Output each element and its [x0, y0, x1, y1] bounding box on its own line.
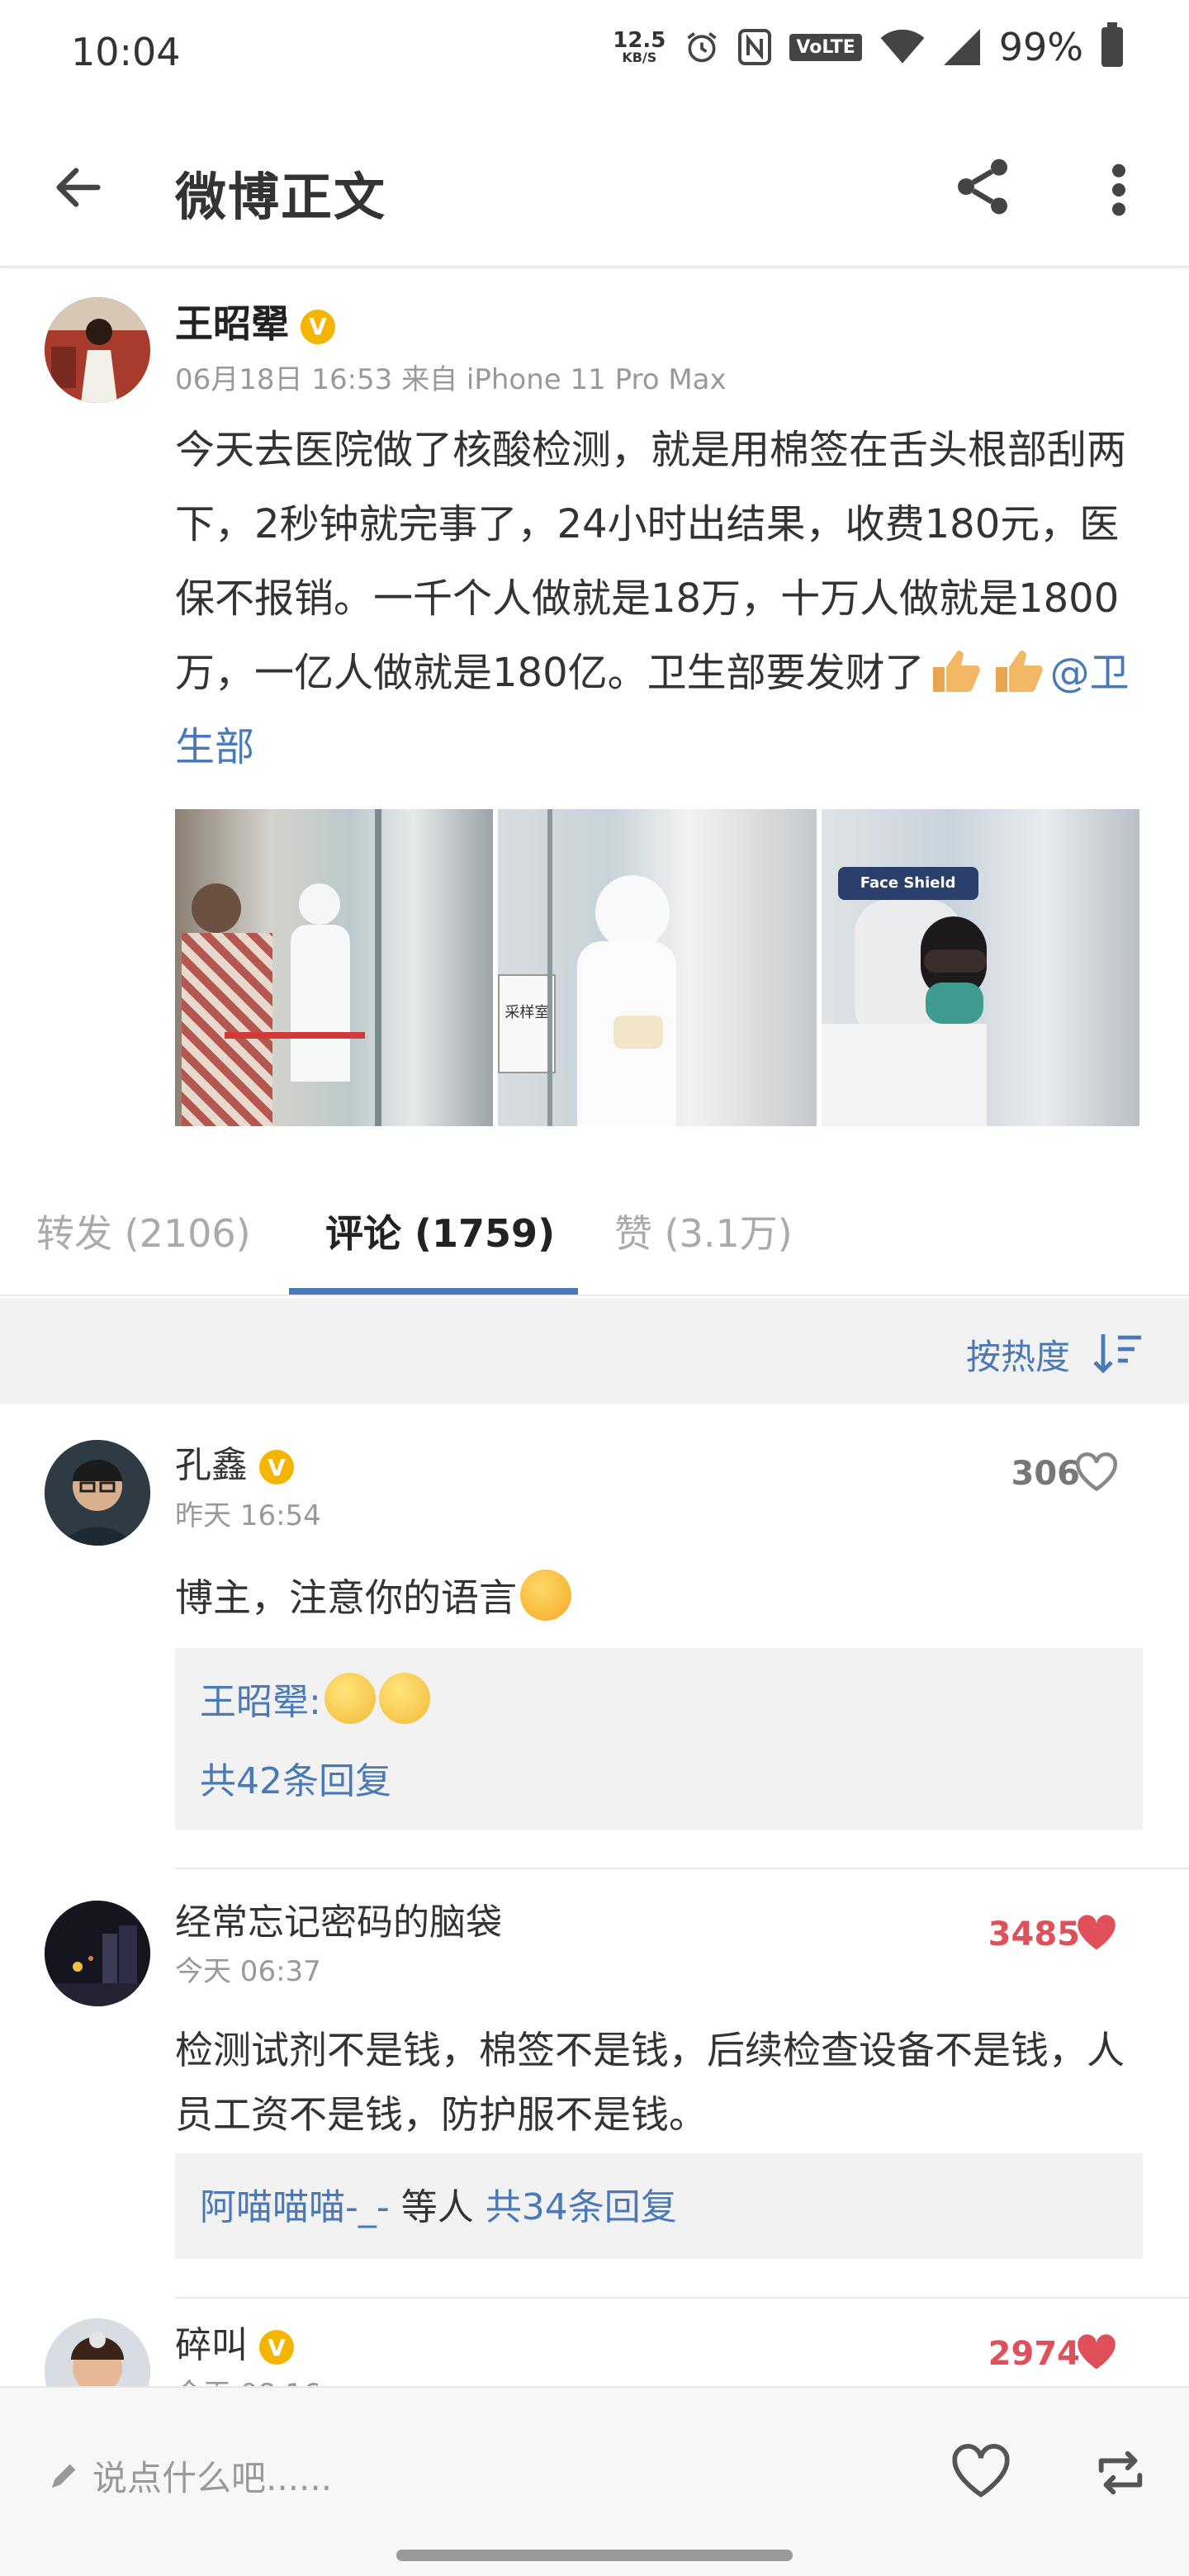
comment-divider	[175, 1868, 1189, 1869]
post-tabs: 转发 (2106) 评论 (1759) 赞 (3.1万)	[0, 1156, 1189, 1296]
reply-summary: 阿喵喵喵-_- 等人 共34条回复	[200, 2168, 1118, 2247]
commenter-name[interactable]: 孔鑫 V	[175, 1435, 294, 1488]
commenter-name-text: 碎叫	[175, 2324, 248, 2366]
reply-preview: 王昭翚:	[200, 1663, 1118, 1742]
author-avatar[interactable]	[45, 297, 150, 403]
volte-indicator: VoLTE	[789, 33, 862, 61]
post-body: 今天去医院做了核酸检测，就是用棉签在舌头根部刮两下，2秒钟就完事了，24小时出结…	[175, 427, 1127, 696]
tab-likes[interactable]: 赞 (3.1万)	[614, 1204, 793, 1258]
comment-replies-box[interactable]: 阿喵喵喵-_- 等人 共34条回复	[175, 2153, 1143, 2259]
verified-badge-icon: V	[259, 2330, 294, 2365]
commenter-name-text: 孔鑫	[175, 1444, 248, 1486]
heart-filled-icon[interactable]	[1073, 2332, 1120, 2373]
author-name[interactable]: 王昭翚 V	[175, 294, 335, 348]
pencil-icon	[52, 2464, 76, 2488]
page-title: 微博正文	[175, 167, 387, 227]
commenter-avatar[interactable]	[45, 2318, 150, 2386]
status-time: 10:04	[71, 30, 181, 74]
commenter-avatar[interactable]	[45, 1901, 150, 2006]
sort-bar: 按热度	[0, 1298, 1189, 1404]
post-photos: 采样室 Face Shield	[175, 809, 1139, 1126]
comment-like-count: 3485	[988, 1915, 1080, 1953]
thumbs-up-emoji-icon	[995, 651, 1043, 692]
signal-icon	[943, 29, 980, 65]
status-bar: 10:04 12.5 KB/S VoLTE 99%	[0, 0, 1189, 107]
commenter-name[interactable]: 碎叫 V	[175, 2315, 294, 2368]
comment-time: 今天 08:16	[175, 2371, 321, 2386]
comment-divider	[175, 2297, 1189, 2299]
back-arrow-icon[interactable]	[50, 159, 107, 216]
reply-user-link[interactable]: 阿喵喵喵-_-	[200, 2186, 390, 2228]
alarm-icon	[687, 32, 717, 63]
photo-shield-text: Face Shield	[837, 867, 978, 900]
reply-count-link[interactable]: 共42条回复	[200, 1742, 1118, 1821]
post-photo-2[interactable]: 采样室	[498, 809, 817, 1126]
post-photo-1[interactable]	[175, 809, 494, 1126]
network-speed-value: 12.5	[613, 28, 666, 53]
reply-preview-user[interactable]: 王昭翚:	[200, 1681, 321, 1723]
post-photo-3[interactable]: Face Shield	[821, 809, 1139, 1126]
active-tab-indicator	[289, 1288, 578, 1295]
comment-time: 昨天 16:54	[175, 1499, 321, 1532]
verified-badge-icon: V	[301, 309, 335, 344]
battery-icon	[1101, 22, 1123, 67]
comment-like-count: 2974	[988, 2335, 1080, 2373]
network-speed: 12.5 KB/S	[613, 30, 666, 64]
title-bar: 微博正文	[0, 107, 1189, 268]
bottom-action-bar: 说点什么吧......	[0, 2386, 1189, 2576]
weibo-post: 王昭翚 V 06月18日 16:53 来自 iPhone 11 Pro Max 今…	[0, 269, 1189, 1156]
comment-text: 博主，注意你的语言	[175, 1565, 1149, 1630]
yummy-emoji-icon	[520, 1570, 571, 1621]
tab-comments[interactable]: 评论 (1759)	[325, 1204, 555, 1258]
comment-like-count: 306	[1011, 1455, 1081, 1493]
reply-others-text: 等人	[389, 2186, 486, 2228]
heart-filled-icon[interactable]	[1073, 1912, 1120, 1953]
comment-text: 检测试剂不是钱，棉签不是钱，后续检查设备不是钱，人员工资不是钱，防护服不是钱。	[175, 2028, 1125, 2137]
comment-time: 今天 06:37	[175, 1955, 321, 1988]
comment-list: 孔鑫 V 昨天 16:54 306 博主，注意你的语言 王昭翚: 共42条回复 经…	[0, 1404, 1189, 2386]
nfc-icon	[738, 29, 772, 65]
post-meta: 06月18日 16:53 来自 iPhone 11 Pro Max	[175, 363, 727, 396]
like-heart-icon[interactable]	[950, 2442, 1012, 2500]
comment-input[interactable]: 说点什么吧......	[92, 2451, 332, 2501]
commenter-name[interactable]: 经常忘记密码的脑袋	[175, 1892, 502, 1945]
zipped-mouth-emoji-icon	[378, 1673, 430, 1724]
sort-by-hot-button[interactable]: 按热度	[966, 1329, 1070, 1380]
zipped-mouth-emoji-icon	[324, 1673, 376, 1724]
network-speed-unit: KB/S	[622, 50, 657, 65]
heart-outline-icon[interactable]	[1073, 1451, 1120, 1493]
author-name-text: 王昭翚	[175, 301, 289, 346]
battery-percent: 99%	[998, 25, 1083, 69]
sort-icon[interactable]	[1093, 1331, 1143, 1374]
post-text: 今天去医院做了核酸检测，就是用棉签在舌头根部刮两下，2秒钟就完事了，24小时出结…	[175, 413, 1149, 784]
verified-badge-icon: V	[259, 1450, 294, 1485]
comment-replies-box[interactable]: 王昭翚: 共42条回复	[175, 1648, 1143, 1830]
share-icon[interactable]	[950, 154, 1016, 220]
tab-reposts[interactable]: 转发 (2106)	[36, 1204, 251, 1258]
repost-icon[interactable]	[1092, 2444, 1149, 2502]
more-options-icon[interactable]	[1098, 157, 1139, 223]
commenter-avatar[interactable]	[45, 1440, 150, 1546]
wifi-icon	[880, 29, 925, 64]
thumbs-up-emoji-icon	[932, 651, 980, 692]
home-indicator[interactable]	[396, 2550, 793, 2561]
status-icons: 12.5 KB/S VoLTE 99%	[613, 22, 1123, 69]
comment-text-body: 博主，注意你的语言	[175, 1575, 517, 1620]
reply-count-link[interactable]: 共34条回复	[486, 2186, 677, 2228]
